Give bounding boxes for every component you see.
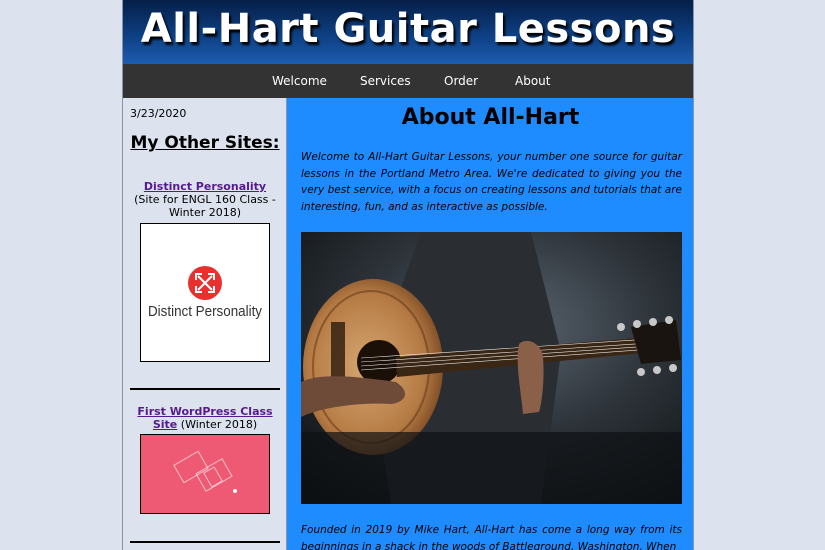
nav-welcome[interactable]: Welcome bbox=[272, 74, 327, 88]
nav-about[interactable]: About bbox=[515, 74, 550, 88]
current-date: 3/23/2020 bbox=[130, 107, 187, 120]
site-title: All-Hart Guitar Lessons bbox=[140, 6, 676, 52]
site-note: (Site for ENGL 160 Class - Winter 2018) bbox=[134, 193, 276, 219]
other-sites-heading: My Other Sites: bbox=[130, 133, 280, 153]
wordpress-site-thumbnail[interactable] bbox=[140, 434, 270, 514]
site-entry-1: Distinct Personality (Site for ENGL 160 … bbox=[131, 180, 279, 219]
guitar-photo bbox=[301, 232, 682, 504]
nav-order[interactable]: Order bbox=[444, 74, 478, 88]
distinct-personality-link[interactable]: Distinct Personality bbox=[144, 180, 266, 193]
logo-text: Distinct Personality bbox=[148, 303, 262, 320]
story-paragraph: Founded in 2019 by Mike Hart, All-Hart h… bbox=[301, 524, 682, 550]
main-content: About All-Hart Welcome to All-Hart Guita… bbox=[288, 98, 693, 550]
site-note: (Winter 2018) bbox=[180, 418, 258, 431]
page-container: All-Hart Guitar Lessons Welcome Services… bbox=[122, 0, 694, 550]
sidebar: 3/23/2020 My Other Sites: Distinct Perso… bbox=[123, 98, 287, 550]
divider bbox=[130, 541, 280, 543]
site-entry-2: First WordPress Class Site (Winter 2018) bbox=[131, 405, 279, 431]
site-banner: All-Hart Guitar Lessons bbox=[123, 0, 693, 64]
nav-services[interactable]: Services bbox=[360, 74, 411, 88]
page-title: About All-Hart bbox=[401, 105, 580, 130]
intro-paragraph: Welcome to All-Hart Guitar Lessons, your… bbox=[301, 151, 682, 213]
main-nav: Welcome Services Order About bbox=[123, 64, 693, 98]
divider bbox=[130, 388, 280, 390]
distinct-personality-thumbnail[interactable]: Distinct Personality bbox=[140, 223, 270, 362]
distinct-personality-logo: Distinct Personality bbox=[148, 266, 262, 320]
laptop-illustration-icon bbox=[173, 450, 237, 493]
